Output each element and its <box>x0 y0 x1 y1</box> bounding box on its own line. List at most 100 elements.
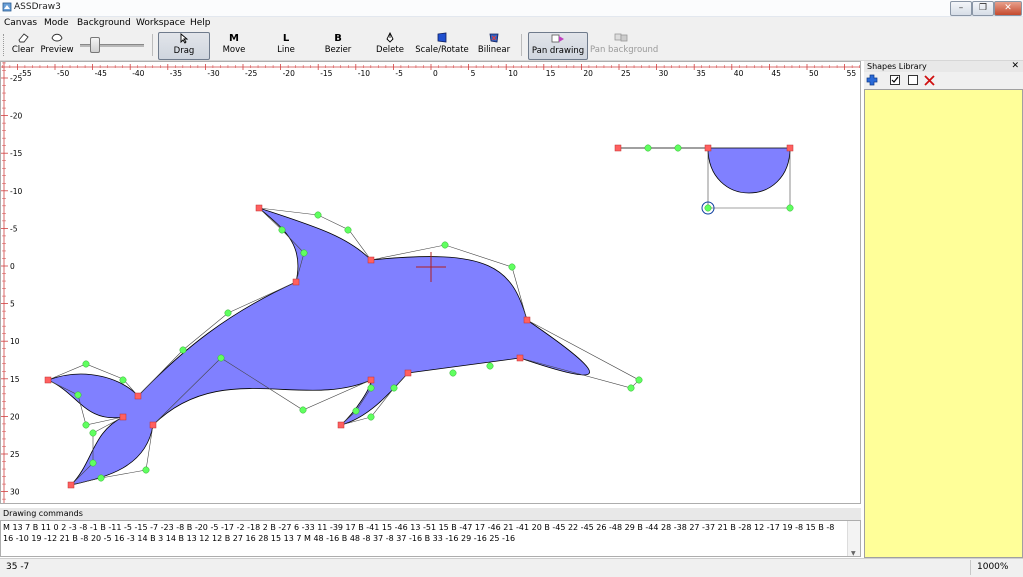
ruler-x-label: 40 <box>734 69 744 78</box>
dolphin-shape[interactable] <box>46 207 590 486</box>
ruler-x-label: 15 <box>546 69 556 78</box>
half-circle-shape[interactable] <box>707 147 791 194</box>
ruler-x-label: 10 <box>508 69 518 78</box>
ruler-x-label: -35 <box>170 69 182 78</box>
shapes-library-titlebar: Shapes Library ✕ <box>864 61 1023 72</box>
ruler-x-label: -30 <box>207 69 219 78</box>
ruler-y-label: -15 <box>10 149 22 158</box>
drawing-commands-textarea[interactable]: M 13 7 B 11 0 2 -3 -8 -1 B -11 -5 -15 -7… <box>0 520 861 557</box>
ruler-x-label: 30 <box>659 69 669 78</box>
menu-background[interactable]: Background <box>77 18 131 28</box>
ruler-x-label: -5 <box>395 69 403 78</box>
restore-button[interactable]: ❐ <box>972 1 994 16</box>
pan-background-icon <box>590 32 652 45</box>
drawing-canvas[interactable]: -55 -50 -45 -40 -35 -30 -25 -20 -15 -10 -5 0 5 10 15 20… <box>0 61 861 504</box>
menu-bar: Canvas Mode Background Workspace Help <box>0 17 1023 31</box>
preview-icon <box>40 32 74 45</box>
pan-background-label: Pan background <box>590 45 659 55</box>
ruler-x-label: 55 <box>847 69 857 78</box>
ruler-y-label: 10 <box>10 337 20 346</box>
pan-drawing-button[interactable]: Pan drawing <box>528 32 588 60</box>
window-title: ASSDraw3 <box>14 2 61 12</box>
preview-opacity-slider[interactable] <box>80 36 144 54</box>
drag-tool-button[interactable]: Drag <box>158 32 210 60</box>
scroll-down-icon[interactable]: ▼ <box>851 548 856 556</box>
pan-background-button[interactable]: Pan background <box>590 32 659 58</box>
move-label: Move <box>222 45 246 55</box>
slider-thumb[interactable] <box>90 37 100 53</box>
ruler-y-label: 20 <box>10 412 20 421</box>
close-button[interactable]: ✕ <box>994 1 1022 16</box>
drag-label: Drag <box>173 46 195 56</box>
move-tool-button[interactable]: M Move <box>214 32 254 58</box>
ruler-y-label: -25 <box>10 74 22 83</box>
status-bar: 35 -7 1000% <box>0 558 1023 577</box>
delete-tool-button[interactable]: Delete <box>370 31 410 58</box>
menu-workspace[interactable]: Workspace <box>136 18 185 28</box>
toolbar-grip <box>3 34 7 56</box>
line-label: Line <box>277 45 295 55</box>
ruler-x-label: 5 <box>471 69 476 78</box>
scale-rotate-button[interactable]: Scale/Rotate <box>414 32 470 58</box>
bezier-tool-button[interactable]: B Bezier <box>318 32 358 58</box>
bilinear-icon <box>476 32 512 45</box>
ruler-x-label: -10 <box>358 69 370 78</box>
minimize-button[interactable]: – <box>950 1 972 16</box>
bezier-icon: B <box>334 33 342 44</box>
preview-button[interactable]: Preview <box>40 32 74 58</box>
line-tool-button[interactable]: L Line <box>266 32 306 58</box>
check-all-icon[interactable] <box>890 75 900 85</box>
ruler-x-label: 50 <box>809 69 819 78</box>
ruler-y-label: -20 <box>10 112 22 121</box>
app-icon <box>2 2 12 12</box>
drawing-commands-title: Drawing commands <box>3 509 83 518</box>
canvas-svg[interactable]: -55 -50 -45 -40 -35 -30 -25 -20 -15 -10 -5 0 5 10 15 20… <box>1 62 860 503</box>
drawing-commands-header: Drawing commands <box>0 508 861 520</box>
pan-drawing-icon <box>529 33 587 46</box>
horizontal-ruler: -55 -50 -45 -40 -35 -30 -25 -20 -15 -10 -5 0 5 10 15 20… <box>1 64 860 78</box>
ruler-x-label: 35 <box>696 69 706 78</box>
add-shape-icon[interactable] <box>866 74 878 86</box>
title-bar: ASSDraw3 – ❐ ✕ <box>0 0 1023 17</box>
drawing-commands-text[interactable]: M 13 7 B 11 0 2 -3 -8 -1 B -11 -5 -15 -7… <box>3 522 843 544</box>
ruler-x-label: -25 <box>245 69 257 78</box>
ruler-x-label: 45 <box>771 69 781 78</box>
scale-rotate-label: Scale/Rotate <box>415 45 469 55</box>
move-icon: M <box>229 33 239 44</box>
menu-canvas[interactable]: Canvas <box>4 18 37 28</box>
ruler-y-label: 0 <box>10 262 15 271</box>
ruler-x-label: -40 <box>132 69 144 78</box>
ruler-x-label: 20 <box>583 69 593 78</box>
menu-mode[interactable]: Mode <box>44 18 69 28</box>
shapes-library-close-button[interactable]: ✕ <box>1011 61 1019 72</box>
delete-shape-icon[interactable] <box>924 75 935 86</box>
ruler-x-label: 25 <box>621 69 631 78</box>
pan-drawing-label: Pan drawing <box>531 46 585 56</box>
bezier-label: Bezier <box>324 45 352 55</box>
uncheck-all-icon[interactable] <box>908 75 918 85</box>
eraser-icon <box>10 32 36 45</box>
delete-label: Delete <box>376 45 404 55</box>
clear-button[interactable]: Clear <box>10 32 36 58</box>
ruler-y-label: -5 <box>10 224 18 233</box>
ruler-y-label: 5 <box>10 300 15 309</box>
bilinear-button[interactable]: Bilinear <box>476 32 512 58</box>
ruler-x-label: -50 <box>57 69 69 78</box>
ruler-y-label: 30 <box>10 488 20 497</box>
line-icon: L <box>282 33 290 44</box>
ruler-x-label: -15 <box>320 69 332 78</box>
clear-label: Clear <box>11 45 35 55</box>
commands-scrollbar[interactable]: ▼ <box>847 521 860 556</box>
cursor-coordinates: 35 -7 <box>6 562 30 572</box>
menu-help[interactable]: Help <box>190 18 211 28</box>
ruler-x-label: -45 <box>95 69 107 78</box>
ruler-y-label: -10 <box>10 187 22 196</box>
scale-rotate-icon <box>414 32 470 45</box>
ruler-x-label: 0 <box>433 69 438 78</box>
shapes-library-title: Shapes Library <box>867 62 927 71</box>
ruler-y-label: 15 <box>10 375 20 384</box>
pen-delete-icon <box>370 31 410 45</box>
preview-label: Preview <box>40 45 74 55</box>
shapes-library-list[interactable] <box>864 89 1023 558</box>
arrow-cursor-icon <box>159 33 209 46</box>
